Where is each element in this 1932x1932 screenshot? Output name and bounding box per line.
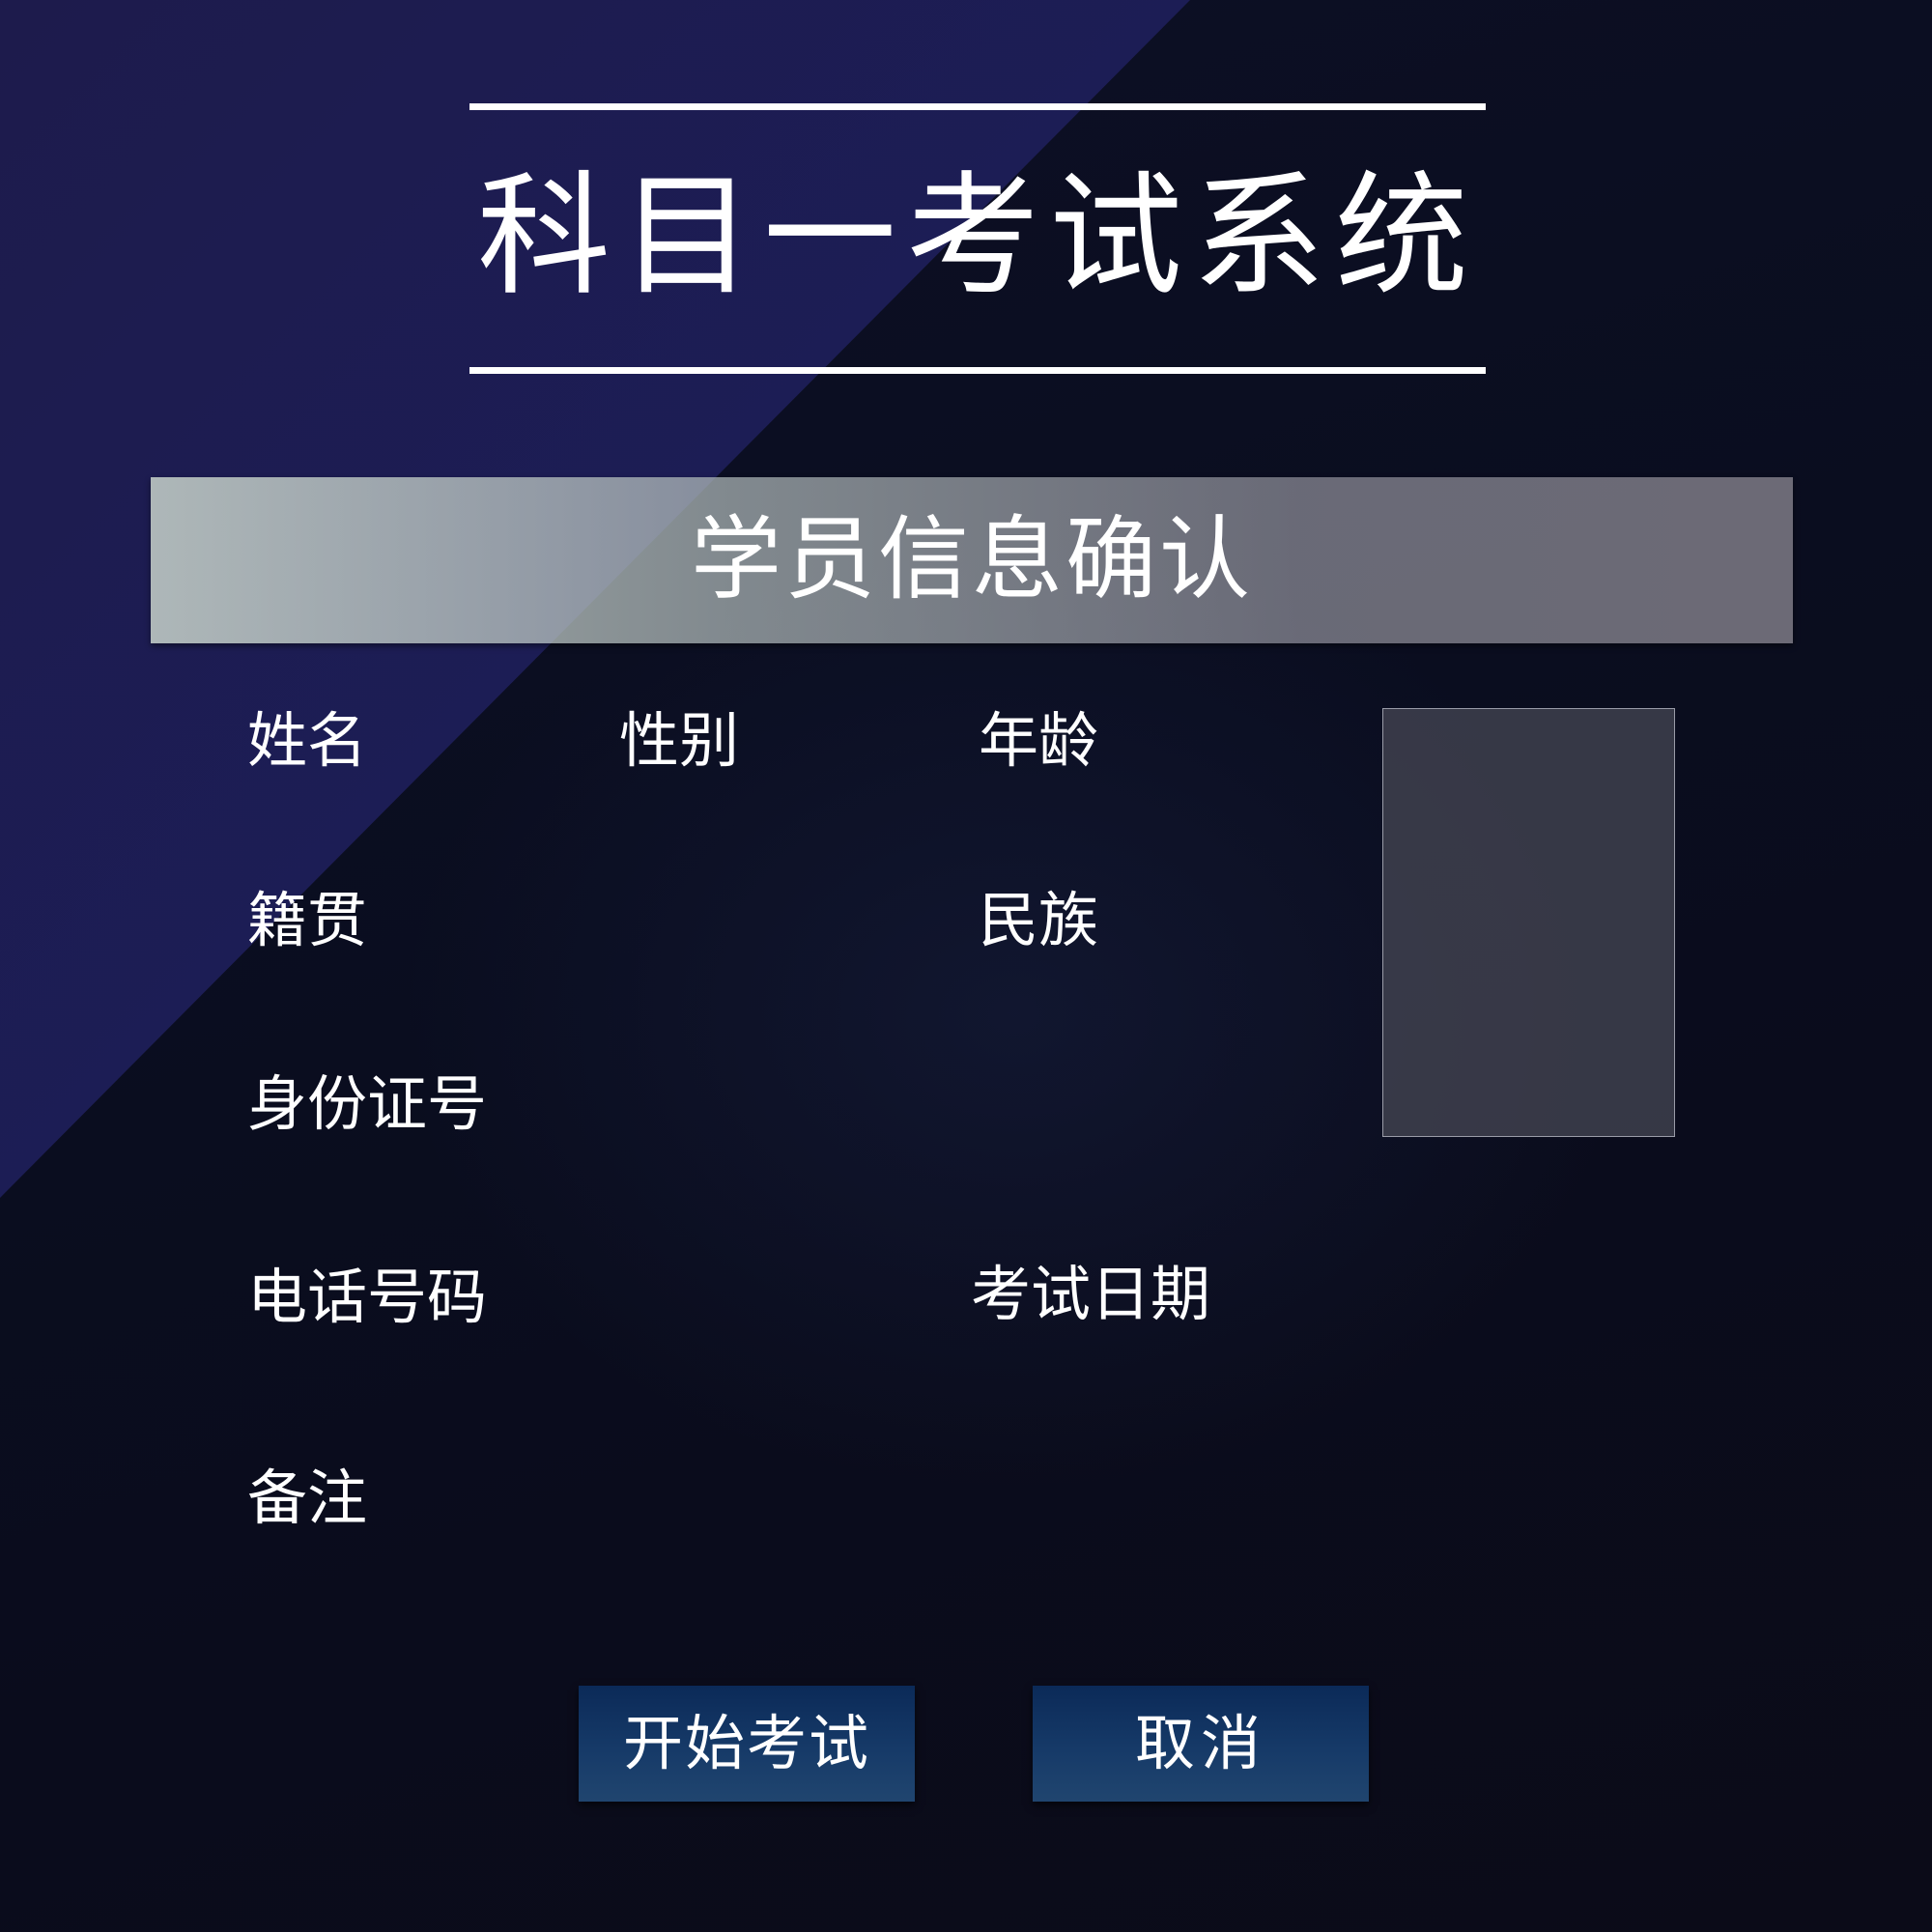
phone-label: 电话号码 — [247, 1262, 488, 1332]
name-label: 姓名 — [247, 705, 368, 776]
id-number-label: 身份证号 — [247, 1068, 488, 1139]
cancel-button[interactable]: 取消 — [1033, 1686, 1369, 1802]
gender-label: 性别 — [619, 705, 740, 776]
student-photo-placeholder — [1382, 708, 1675, 1137]
title-top-rule — [469, 103, 1486, 110]
section-banner: 学员信息确认 — [151, 477, 1793, 643]
start-exam-button[interactable]: 开始考试 — [579, 1686, 915, 1802]
exam-date-label: 考试日期 — [971, 1259, 1211, 1329]
page-title: 科目一考试系统 — [476, 158, 1478, 314]
ethnicity-label: 民族 — [979, 885, 1099, 955]
section-title: 学员信息确认 — [690, 507, 1253, 612]
age-label: 年龄 — [979, 705, 1099, 776]
native-place-label: 籍贯 — [247, 885, 368, 955]
title-bottom-rule — [469, 367, 1486, 374]
remarks-label: 备注 — [247, 1463, 368, 1533]
exam-login-screen: 科目一考试系统 学员信息确认 姓名 性别 年龄 籍贯 民族 身份证号 电话号码 … — [0, 0, 1932, 1932]
